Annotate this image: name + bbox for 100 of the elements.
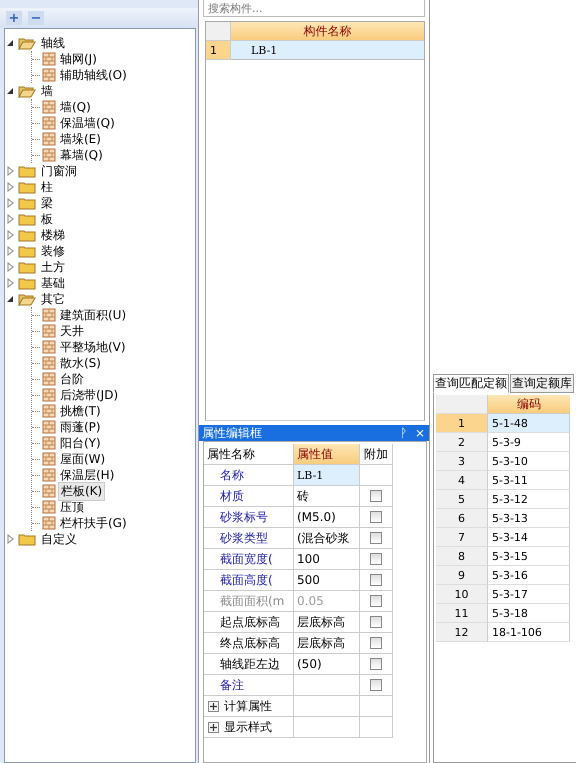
expand-button[interactable] [208,722,219,732]
checkbox[interactable] [370,511,382,523]
row-number: 10 [436,585,488,604]
expand-arrow-icon[interactable] [5,262,15,272]
tree-item[interactable]: 屋面(W) [58,450,108,468]
table-cell[interactable]: 5-1-48 [488,414,570,433]
folder-icon [18,260,36,274]
tree-item[interactable]: 梁 [39,194,55,212]
component-icon [42,308,56,322]
tree-item[interactable]: 基础 [39,274,67,292]
tree-item[interactable]: 压顶 [58,498,86,516]
tree-item[interactable]: 墙 [39,82,55,100]
property-value[interactable]: (混合砂浆 [294,528,360,549]
property-name: 截面面积(m [204,591,294,612]
table-cell[interactable]: 5-3-10 [488,452,570,471]
component-icon [42,132,56,146]
expand-arrow-icon[interactable] [5,230,15,240]
tree-item[interactable]: 轴网(J) [58,50,99,68]
close-button[interactable]: × [410,426,429,440]
tree-item[interactable]: 墙垛(E) [58,130,103,148]
tree-item[interactable]: 阳台(Y) [58,434,103,452]
property-name: 终点底标高 [204,633,294,654]
expand-arrow-icon[interactable] [5,182,15,192]
component-icon [42,516,56,530]
property-name: 材质 [204,486,294,507]
table-cell[interactable]: LB-1 [231,41,424,60]
checkbox[interactable] [370,574,382,586]
tree-item[interactable]: 栏板(K) [58,482,106,500]
table-cell[interactable]: 5-3-15 [488,547,570,566]
property-value[interactable]: 砖 [294,486,360,507]
tree-item[interactable]: 台阶 [58,370,86,388]
checkbox[interactable] [370,616,382,628]
pin-button[interactable]: ᚹ [396,426,411,440]
property-value[interactable]: LB-1 [294,465,360,486]
checkbox[interactable] [370,658,382,670]
property-value[interactable]: (M5.0) [294,507,360,528]
folder-icon [18,244,36,258]
tree-item[interactable]: 装修 [39,242,67,260]
tree-item[interactable]: 挑檐(T) [58,402,103,420]
table-cell[interactable]: 5-3-9 [488,433,570,452]
checkbox[interactable] [370,679,382,691]
tree-item[interactable]: 后浇带(JD) [58,386,120,404]
table-cell[interactable]: 5-3-18 [488,604,570,623]
tree-item[interactable]: 自定义 [39,530,79,548]
tree-item[interactable]: 墙(Q) [58,98,93,116]
tree-item[interactable]: 土方 [39,258,67,276]
tree-item[interactable]: 其它 [39,290,67,308]
tree-item[interactable]: 轴线 [39,34,67,52]
property-value[interactable]: (50) [294,654,360,675]
expand-arrow-icon[interactable] [5,214,15,224]
table-cell[interactable]: 5-3-17 [488,585,570,604]
tree-item[interactable]: 辅助轴线(O) [58,66,129,84]
table-cell[interactable]: 18-1-106 [488,623,570,642]
table-cell[interactable]: 5-3-14 [488,528,570,547]
collapse-arrow-icon[interactable] [5,38,15,48]
remove-button[interactable]: − [28,11,44,25]
add-button[interactable]: + [6,11,22,25]
checkbox[interactable] [370,595,382,607]
tree-item[interactable]: 柱 [39,178,55,196]
property-value[interactable]: 500 [294,570,360,591]
component-icon [42,468,56,482]
collapse-arrow-icon[interactable] [5,294,15,304]
checkbox[interactable] [370,637,382,649]
table-cell[interactable]: 5-3-16 [488,566,570,585]
expand-arrow-icon[interactable] [5,166,15,176]
tree-item[interactable]: 保温层(H) [58,466,116,484]
checkbox[interactable] [370,490,382,502]
component-icon [42,148,56,162]
tree-item[interactable]: 建筑面积(U) [58,306,128,324]
row-number: 1 [206,41,231,60]
row-number: 9 [436,566,488,585]
table-cell[interactable]: 5-3-13 [488,509,570,528]
tab[interactable]: 查询匹配定额 [433,374,509,393]
property-value[interactable]: 层底标高 [294,633,360,654]
expand-arrow-icon[interactable] [5,278,15,288]
property-value[interactable]: 100 [294,549,360,570]
property-value[interactable]: 层底标高 [294,612,360,633]
tab[interactable]: 查询定额库 [510,374,574,393]
row-number: 1 [436,414,488,433]
checkbox[interactable] [370,532,382,544]
table-cell[interactable]: 5-3-11 [488,471,570,490]
expand-arrow-icon[interactable] [5,246,15,256]
tree-item[interactable]: 楼梯 [39,226,67,244]
row-number: 6 [436,509,488,528]
table-cell[interactable]: 5-3-12 [488,490,570,509]
folder-icon [18,212,36,226]
expand-arrow-icon[interactable] [5,534,15,544]
checkbox[interactable] [370,553,382,565]
expand-button[interactable] [208,700,219,712]
expand-arrow-icon[interactable] [5,198,15,208]
tree-item[interactable]: 保温墙(Q) [58,114,117,132]
tree-item[interactable]: 雨蓬(P) [58,418,103,436]
tree-item[interactable]: 门窗洞 [39,162,79,180]
tree-item[interactable]: 幕墙(Q) [58,146,105,164]
tree-item[interactable]: 板 [39,210,55,228]
tree-item[interactable]: 散水(S) [58,354,103,372]
tree-item[interactable]: 天井 [58,322,86,340]
collapse-arrow-icon[interactable] [5,86,15,96]
tree-item[interactable]: 平整场地(V) [58,338,128,356]
tree-item[interactable]: 栏杆扶手(G) [58,514,129,532]
